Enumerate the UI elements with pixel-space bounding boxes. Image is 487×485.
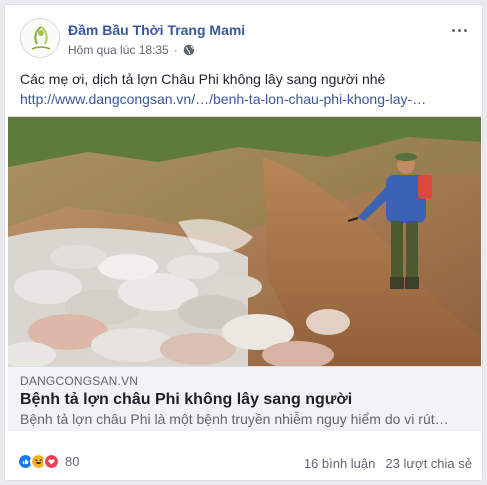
- pig-disposal-photo: [8, 117, 481, 366]
- globe-icon[interactable]: [183, 44, 195, 56]
- mami-logo-icon: [22, 20, 59, 57]
- shares-count-link[interactable]: 23 lượt chia sẻ: [385, 456, 472, 471]
- more-options-icon[interactable]: [448, 20, 470, 40]
- page-name-link[interactable]: Đầm Bầu Thời Trang Mami: [68, 22, 245, 38]
- reaction-count: 80: [65, 454, 80, 469]
- post-timestamp[interactable]: Hôm qua lúc 18:35: [68, 43, 169, 57]
- post-meta: Hôm qua lúc 18:35 ·: [68, 43, 195, 57]
- post-message: Các mẹ ơi, dịch tả lợn Châu Phi không lâ…: [20, 71, 386, 87]
- preview-title[interactable]: Bệnh tả lợn châu Phi không lây sang ngườ…: [20, 391, 352, 409]
- post-link[interactable]: http://www.dangcongsan.vn/…/benh-ta-lon-…: [20, 89, 426, 109]
- link-preview[interactable]: DANGCONGSAN.VN Bệnh tả lợn châu Phi khôn…: [8, 116, 481, 431]
- engagement-bar: 80 16 bình luận 23 lượt chia sẻ: [17, 449, 472, 475]
- comment-share-counts: 16 bình luận 23 lượt chia sẻ: [304, 456, 472, 471]
- post-card: Đầm Bầu Thời Trang Mami Hôm qua lúc 18:3…: [4, 4, 483, 481]
- reactions-summary[interactable]: 80: [17, 453, 79, 470]
- comments-count-link[interactable]: 16 bình luận: [304, 456, 376, 471]
- love-icon: [43, 453, 60, 470]
- preview-domain: DANGCONGSAN.VN: [20, 374, 139, 388]
- page-avatar[interactable]: [20, 18, 60, 58]
- post-header: Đầm Bầu Thời Trang Mami Hôm qua lúc 18:3…: [16, 16, 472, 62]
- preview-description: Bệnh tả lợn châu Phi là một bệnh truyền …: [20, 411, 449, 427]
- preview-meta[interactable]: DANGCONGSAN.VN Bệnh tả lợn châu Phi khôn…: [8, 366, 481, 431]
- preview-image[interactable]: [8, 117, 481, 366]
